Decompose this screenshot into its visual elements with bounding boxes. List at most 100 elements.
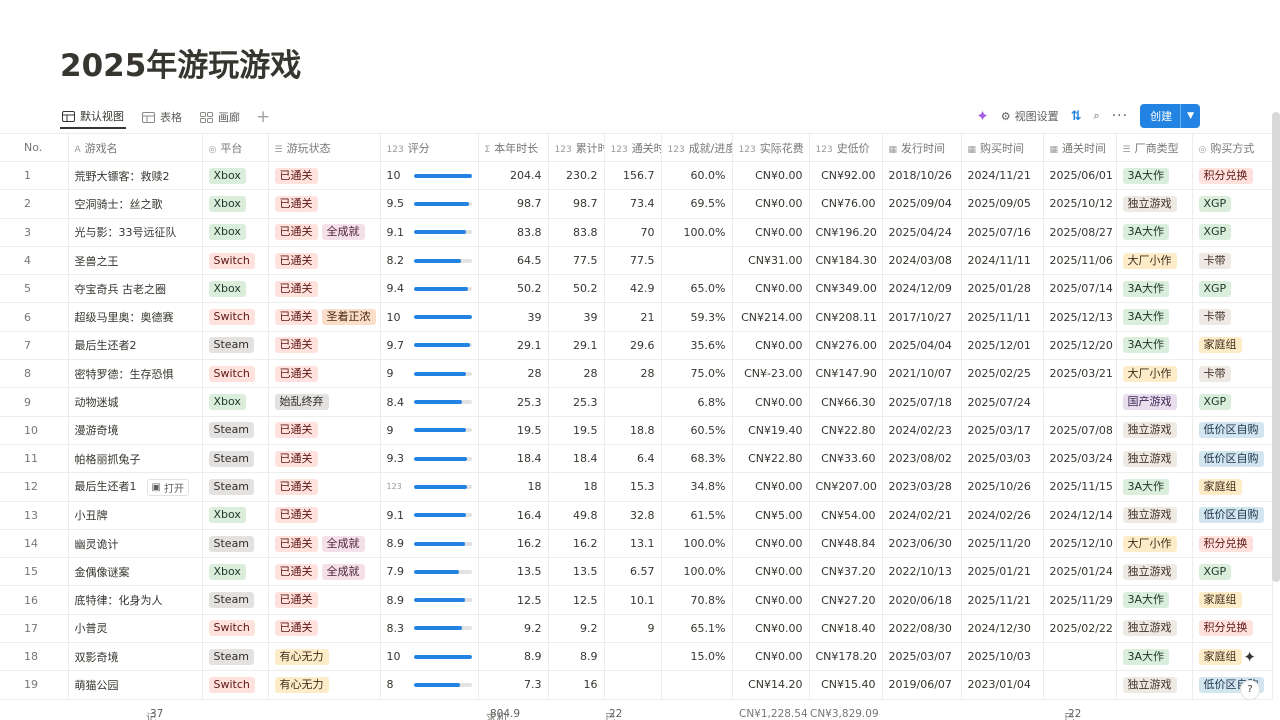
clear-hours-cell[interactable]: 21 — [604, 302, 662, 332]
lowest-price-cell[interactable]: CN¥208.11 — [809, 302, 883, 332]
year-hours-cell[interactable]: 98.7 — [478, 189, 549, 219]
vendor-cell[interactable]: 3A大作 — [1116, 302, 1193, 332]
purchase-method-cell[interactable]: 卡带 — [1192, 302, 1273, 332]
game-name-cell[interactable]: 空洞骑士：丝之歌 — [68, 189, 203, 219]
progress-cell[interactable]: 65.0% — [661, 274, 733, 304]
cost-cell[interactable]: CN¥0.00 — [732, 585, 810, 615]
buy-date-cell[interactable]: 2025/07/16 — [961, 218, 1044, 247]
clear-date-cell[interactable]: 2025/12/10 — [1043, 529, 1117, 559]
score-cell[interactable]: 8.4 — [380, 387, 479, 417]
lowest-price-cell[interactable]: CN¥22.80 — [809, 416, 883, 445]
table-row[interactable]: 19 萌猫公园 Switch 有心无力 8 7.3 16 CN¥14.20 CN¥15.40 20… — [0, 670, 1273, 700]
progress-cell[interactable]: 34.8% — [661, 472, 733, 502]
status-cell[interactable]: 已通关 — [268, 359, 381, 389]
purchase-method-cell[interactable]: XGP — [1192, 387, 1273, 417]
platform-cell[interactable]: Xbox — [202, 501, 269, 530]
vendor-cell[interactable]: 3A大作 — [1116, 585, 1193, 615]
score-cell[interactable]: 9.4 — [380, 274, 479, 304]
status-cell[interactable]: 已通关 — [268, 161, 381, 191]
table-row[interactable]: 3 光与影：33号远征队 Xbox 已通关 全成就 9.1 83.8 83.8 70 100.0%… — [0, 218, 1273, 247]
release-date-cell[interactable]: 2024/02/23 — [882, 416, 962, 445]
lowest-price-cell[interactable]: CN¥18.40 — [809, 614, 883, 644]
platform-cell[interactable]: Xbox — [202, 274, 269, 304]
progress-cell[interactable]: 65.1% — [661, 614, 733, 644]
clear-date-cell[interactable]: 2025/06/01 — [1043, 161, 1117, 191]
cost-cell[interactable]: CN¥5.00 — [732, 501, 810, 530]
cost-cell[interactable]: CN¥0.00 — [732, 557, 810, 587]
edit-number-icon[interactable]: 123 — [387, 482, 408, 491]
game-name-cell[interactable]: 小普灵 — [68, 614, 203, 644]
year-hours-cell[interactable]: 13.5 — [478, 557, 549, 587]
purchase-method-cell[interactable]: 低价区自购 — [1192, 444, 1273, 474]
progress-cell[interactable] — [661, 246, 733, 276]
total-hours-cell[interactable]: 13.5 — [548, 557, 605, 587]
purchase-method-cell[interactable]: 家庭组 — [1192, 642, 1273, 672]
clear-date-cell[interactable]: 2025/03/21 — [1043, 359, 1117, 389]
clear-hours-cell[interactable]: 73.4 — [604, 189, 662, 219]
cost-cell[interactable]: CN¥19.40 — [732, 416, 810, 445]
cost-cell[interactable]: CN¥0.00 — [732, 161, 810, 191]
lowest-price-cell[interactable]: CN¥147.90 — [809, 359, 883, 389]
lowest-price-cell[interactable]: CN¥207.00 — [809, 472, 883, 502]
cost-cell[interactable]: CN¥0.00 — [732, 331, 810, 361]
clear-date-cell[interactable]: 2025/11/06 — [1043, 246, 1117, 276]
score-cell[interactable]: 8.9 — [380, 529, 479, 559]
clear-date-cell[interactable]: 2025/12/20 — [1043, 331, 1117, 361]
clear-date-cell[interactable]: 2025/07/08 — [1043, 416, 1117, 445]
clear-hours-cell[interactable]: 42.9 — [604, 274, 662, 304]
buy-date-cell[interactable]: 2024/02/26 — [961, 501, 1044, 530]
game-name-cell[interactable]: 双影奇境 — [68, 642, 203, 672]
year-hours-cell[interactable]: 18.4 — [478, 444, 549, 474]
total-hours-cell[interactable]: 18.4 — [548, 444, 605, 474]
clear-date-cell[interactable]: 2025/03/24 — [1043, 444, 1117, 474]
vendor-cell[interactable]: 3A大作 — [1116, 331, 1193, 361]
tab-table[interactable]: 表格 — [140, 105, 184, 129]
game-name-cell[interactable]: 帕格丽抓兔子 — [68, 444, 203, 474]
buy-date-cell[interactable]: 2025/09/05 — [961, 189, 1044, 219]
footer-low-sum[interactable]: CN¥3,829.09 — [810, 708, 879, 720]
vendor-cell[interactable]: 3A大作 — [1116, 472, 1193, 502]
footer-filled-2[interactable]: 已填写22 — [1064, 708, 1081, 720]
year-hours-cell[interactable]: 8.9 — [478, 642, 549, 672]
release-date-cell[interactable]: 2024/03/08 — [882, 246, 962, 276]
game-name-cell[interactable]: 小丑牌 — [68, 501, 203, 530]
clear-date-cell[interactable]: 2025/01/24 — [1043, 557, 1117, 587]
release-date-cell[interactable]: 2024/02/21 — [882, 501, 962, 530]
clear-hours-cell[interactable]: 6.4 — [604, 444, 662, 474]
vendor-cell[interactable]: 3A大作 — [1116, 274, 1193, 304]
score-cell[interactable]: 9 — [380, 416, 479, 445]
platform-cell[interactable]: Xbox — [202, 387, 269, 417]
total-hours-cell[interactable]: 9.2 — [548, 614, 605, 644]
status-cell[interactable]: 已通关 — [268, 416, 381, 445]
release-date-cell[interactable]: 2025/04/24 — [882, 218, 962, 247]
year-hours-cell[interactable]: 28 — [478, 359, 549, 389]
table-row[interactable]: 15 金偶像谜案 Xbox 已通关 全成就 7.9 13.5 13.5 6.57 100.0% CN… — [0, 557, 1273, 587]
create-button[interactable]: 创建 ▼ — [1140, 104, 1200, 128]
clear-date-cell[interactable] — [1043, 387, 1117, 417]
clear-hours-cell[interactable]: 28 — [604, 359, 662, 389]
status-cell[interactable]: 已通关 — [268, 246, 381, 276]
clear-hours-cell[interactable]: 156.7 — [604, 161, 662, 191]
lowest-price-cell[interactable]: CN¥349.00 — [809, 274, 883, 304]
purchase-method-cell[interactable]: 卡带 — [1192, 359, 1273, 389]
cost-cell[interactable]: CN¥-23.00 — [732, 359, 810, 389]
cost-cell[interactable]: CN¥0.00 — [732, 472, 810, 502]
clear-date-cell[interactable]: 2025/12/13 — [1043, 302, 1117, 332]
game-name-cell[interactable]: 光与影：33号远征队 — [68, 218, 203, 247]
buy-date-cell[interactable]: 2025/10/26 — [961, 472, 1044, 502]
table-row[interactable]: 7 最后生还者2 Steam 已通关 9.7 29.1 29.1 29.6 35.6% CN¥0.… — [0, 331, 1273, 361]
progress-cell[interactable]: 100.0% — [661, 218, 733, 247]
cost-cell[interactable]: CN¥0.00 — [732, 274, 810, 304]
year-hours-cell[interactable]: 39 — [478, 302, 549, 332]
vendor-cell[interactable]: 独立游戏 — [1116, 416, 1193, 445]
lowest-price-cell[interactable]: CN¥48.84 — [809, 529, 883, 559]
game-name-cell[interactable]: 超级马里奥：奥德赛 — [68, 302, 203, 332]
score-cell[interactable]: 8.2 — [380, 246, 479, 276]
lowest-price-cell[interactable]: CN¥184.30 — [809, 246, 883, 276]
cost-cell[interactable]: CN¥0.00 — [732, 642, 810, 672]
score-cell[interactable]: 8.9 — [380, 585, 479, 615]
release-date-cell[interactable]: 2025/04/04 — [882, 331, 962, 361]
purchase-method-cell[interactable]: XGP — [1192, 189, 1273, 219]
status-cell[interactable]: 已通关 全成就 — [268, 218, 381, 247]
score-cell[interactable]: 10 — [380, 302, 479, 332]
